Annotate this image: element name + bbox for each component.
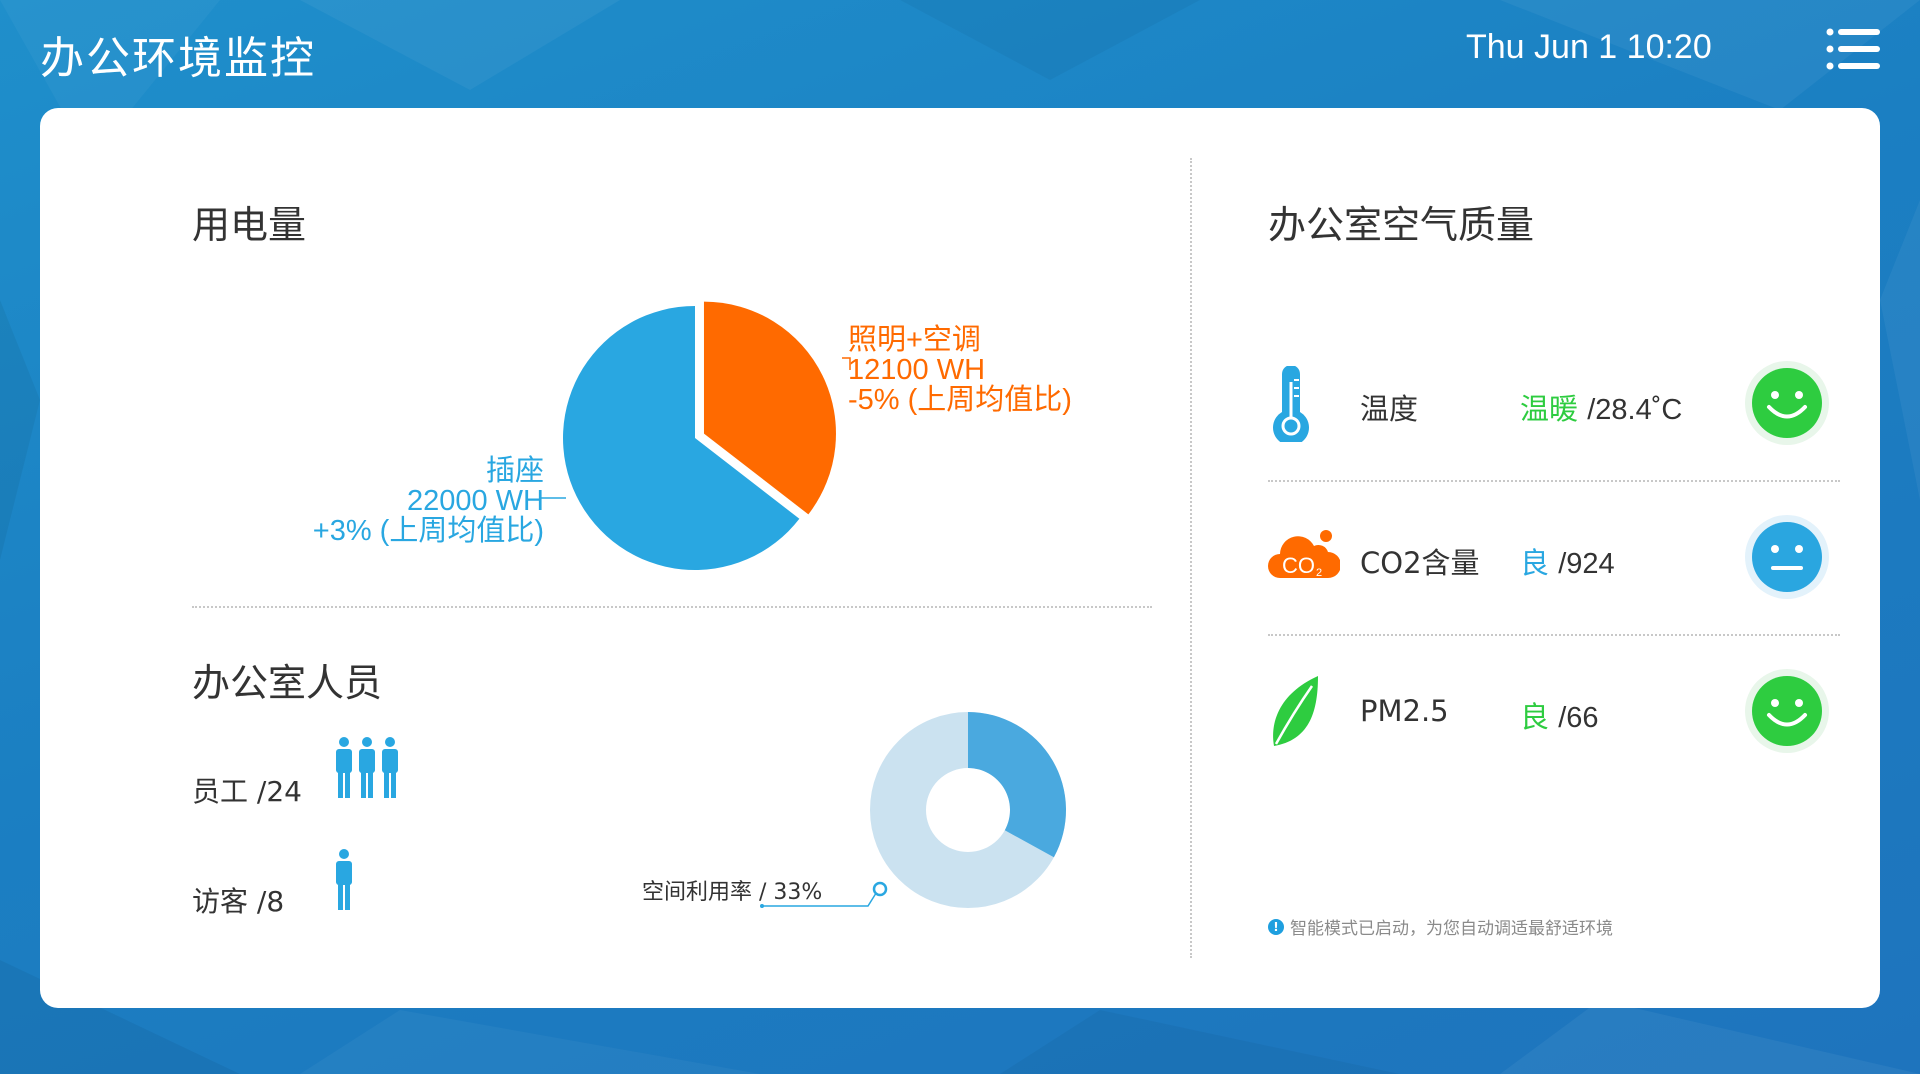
staff-count: 员工 /24 [192,775,302,808]
smile-face-icon [1745,669,1829,753]
neutral-face-icon [1745,515,1829,599]
pm25-status-text: 良 [1520,700,1550,734]
smart-mode-notice: ! 智能模式已启动，为您自动调适最舒适环境 [1268,914,1613,939]
co2-status: 良 /924 [1520,540,1615,582]
pie-label-socket: 插座 22000 WH +3% (上周均值比) [313,456,544,546]
personnel-title: 办公室人员 [192,661,383,705]
smile-face-icon [1745,361,1829,445]
air-quality-row-pm25: PM2.5 良 /66 [1268,646,1842,796]
co2-label: CO2含量 [1360,546,1480,580]
air-quality-row-co2: CO 2 CO2含量 良 /924 [1268,492,1842,642]
temperature-status-text: 温暖 [1520,392,1579,426]
pie-leader-lines [540,357,851,499]
space-utilization-donut [870,712,1066,908]
leaf-icon [1273,676,1318,746]
horizontal-divider [192,606,1152,608]
donut-utilized-segment [968,712,1066,858]
pm25-label: PM2.5 [1360,694,1449,728]
pm25-status: 良 /66 [1520,694,1599,736]
socket-change: +3% (上周均值比) [312,515,544,547]
pm25-value: /66 [1558,702,1599,734]
pie-label-lighting: 照明+空调 12100 WH -5% (上周均值比) [848,325,1072,415]
datetime-display: Thu Jun 1 10:20 [1466,28,1712,66]
row-divider [1268,634,1840,636]
air-quality-title: 办公室空气质量 [1268,203,1535,247]
staff-people-icon [336,737,398,798]
thermometer-icon [1273,366,1309,442]
app-title: 办公环境监控 [40,33,316,84]
lighting-change: -5% (上周均值比) [848,384,1072,416]
temperature-label: 温度 [1360,392,1419,426]
socket-value: 22000 WH [406,485,544,517]
svg-text:CO: CO [1282,553,1315,578]
socket-name: 插座 [485,455,544,487]
visitor-count: 访客 /8 [192,885,285,918]
smart-mode-text: 智能模式已启动，为您自动调适最舒适环境 [1290,919,1613,939]
space-utilization-label: 空间利用率 / 33% [642,880,823,905]
co2-cloud-icon: CO 2 [1268,530,1340,579]
top-bar: 办公环境监控 Thu Jun 1 10:20 [0,0,1920,100]
temperature-value: /28.4˚C [1587,394,1683,426]
co2-value: /924 [1558,548,1615,580]
lighting-name: 照明+空调 [848,324,981,356]
temperature-status: 温暖 /28.4˚C [1520,386,1682,428]
electricity-title: 用电量 [192,203,307,247]
visitor-person-icon [336,849,352,910]
air-quality-row-temperature: 温度 温暖 /28.4˚C [1268,338,1842,488]
list-menu-icon[interactable] [1826,28,1882,70]
info-icon: ! [1268,918,1284,935]
svg-text:2: 2 [1316,567,1322,579]
vertical-divider [1190,158,1192,958]
co2-status-text: 良 [1520,546,1550,580]
row-divider [1268,480,1840,482]
lighting-value: 12100 WH [848,354,986,386]
